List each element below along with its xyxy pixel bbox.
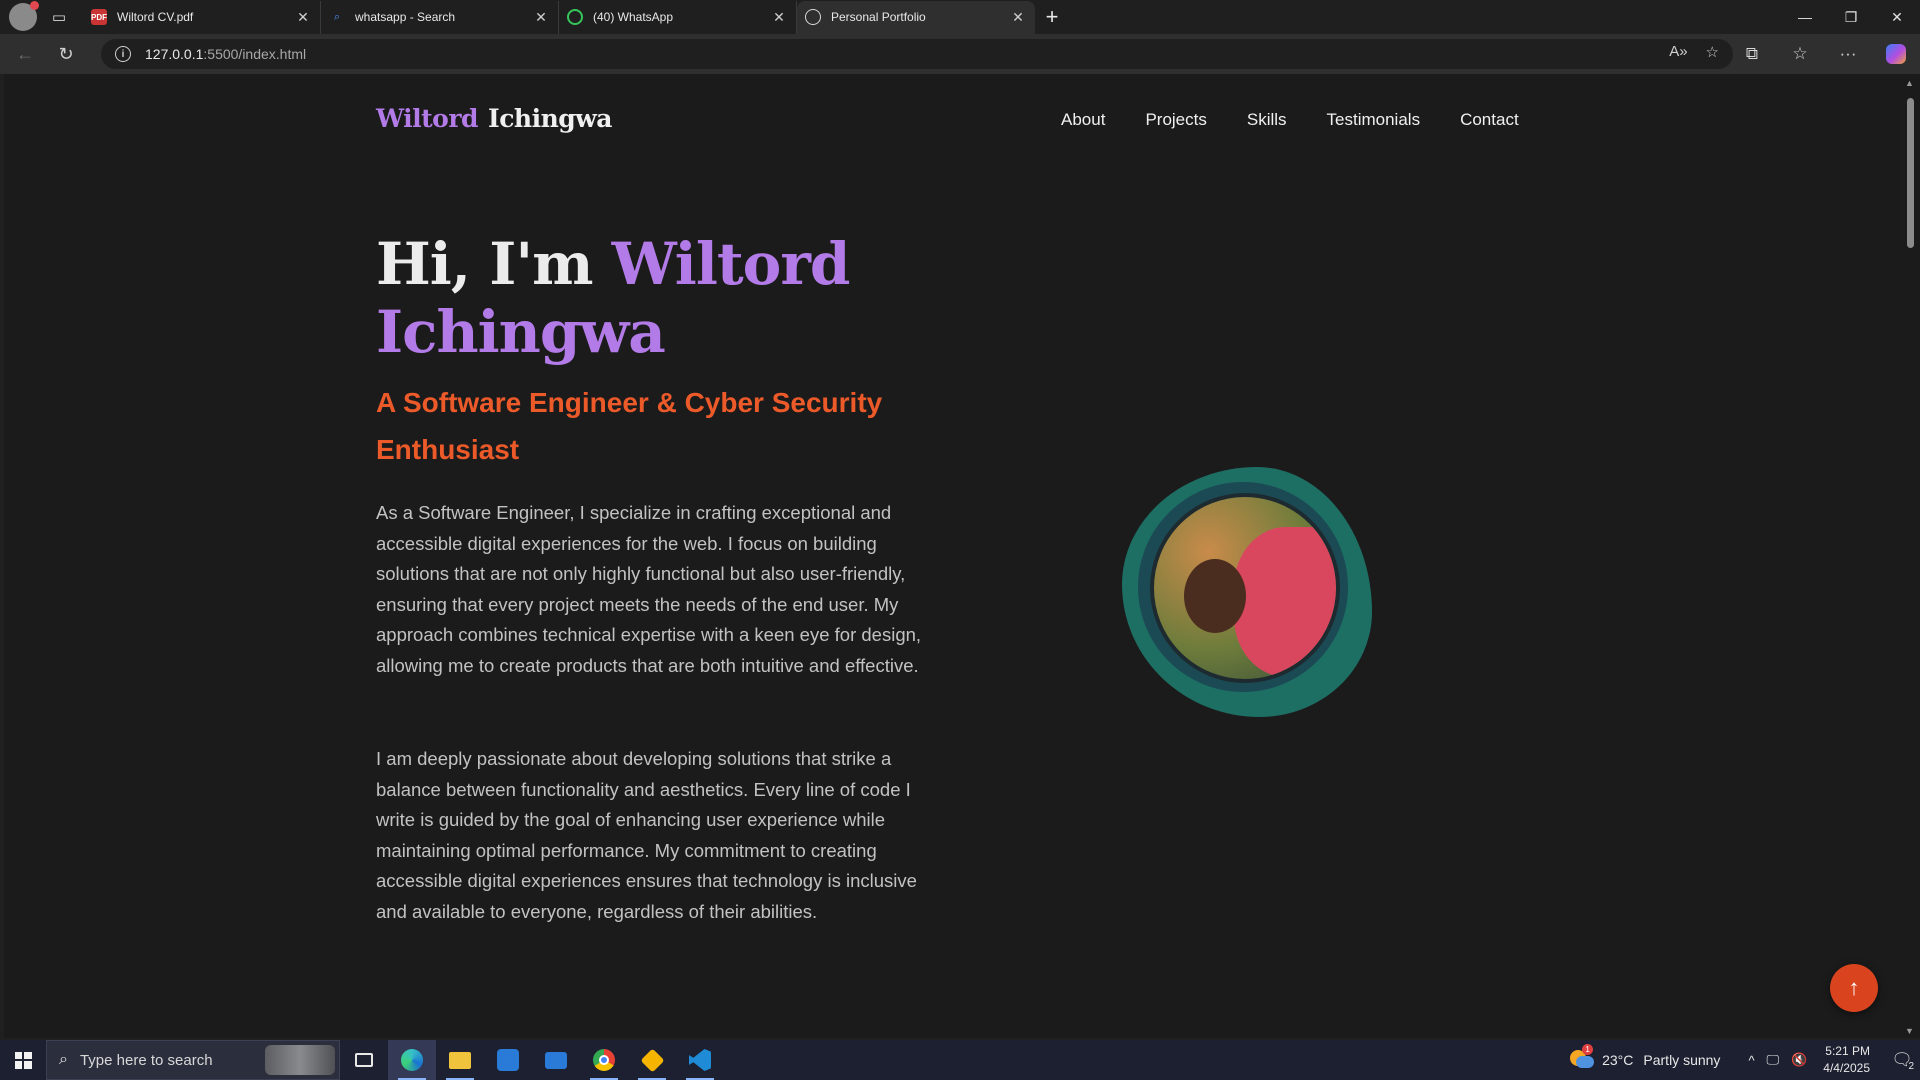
hero-subtitle: A Software Engineer & Cyber Security Ent… bbox=[376, 387, 883, 465]
store-icon bbox=[497, 1049, 519, 1071]
url-path: :5500/index.html bbox=[203, 46, 307, 62]
whatsapp-icon bbox=[567, 9, 583, 25]
read-aloud-icon[interactable]: A» bbox=[1669, 43, 1687, 61]
nav-contact[interactable]: Contact bbox=[1460, 110, 1519, 130]
favorite-star-icon[interactable]: ☆ bbox=[1706, 43, 1719, 61]
search-icon: ⌕ bbox=[59, 1051, 68, 1068]
nav-projects[interactable]: Projects bbox=[1145, 110, 1206, 130]
clock-date: 4/4/2025 bbox=[1823, 1061, 1870, 1075]
nav-about[interactable]: About bbox=[1061, 110, 1105, 130]
mail-icon bbox=[545, 1051, 567, 1069]
url-text[interactable]: 127.0.0.1:5500/index.html bbox=[145, 46, 306, 62]
profile-avatar-icon[interactable] bbox=[9, 1, 39, 31]
weather-badge: 1 bbox=[1582, 1044, 1594, 1055]
info-icon[interactable]: i bbox=[115, 46, 131, 62]
taskbar-search-box[interactable]: ⌕ Type here to search bbox=[46, 1040, 340, 1080]
search-placeholder: Type here to search bbox=[79, 1051, 213, 1069]
scroll-down-icon[interactable]: ▼ bbox=[1905, 1026, 1914, 1036]
site-logo[interactable]: Wiltord Ichingwa bbox=[376, 104, 612, 133]
weather-condition[interactable]: Partly sunny bbox=[1643, 1052, 1720, 1068]
weather-temperature[interactable]: 23°C bbox=[1602, 1052, 1633, 1068]
search-icon: ⌕ bbox=[333, 10, 341, 23]
windows-taskbar: ⌕ Type here to search 1 23°C Partly sunn… bbox=[0, 1040, 1920, 1080]
back-to-top-button[interactable]: ↑ bbox=[1830, 964, 1878, 1012]
chevron-up-icon[interactable]: ^ bbox=[1748, 1053, 1754, 1068]
clock-time: 5:21 PM bbox=[1825, 1044, 1870, 1058]
tab-personal-portfolio[interactable]: Personal Portfolio ✕ bbox=[797, 0, 1035, 34]
globe-icon bbox=[805, 9, 821, 25]
minimize-icon[interactable]: — bbox=[1782, 0, 1828, 34]
task-view-button[interactable] bbox=[340, 1040, 388, 1080]
windows-logo-icon bbox=[14, 1051, 32, 1069]
close-window-icon[interactable]: ✕ bbox=[1874, 0, 1920, 34]
system-clock[interactable]: 5:21 PM 4/4/2025 bbox=[1823, 1043, 1870, 1077]
task-view-icon bbox=[355, 1053, 373, 1067]
page-scrollbar[interactable]: ▲ ▼ bbox=[1900, 74, 1920, 1038]
hero-title: Hi, I'm Wiltord Ichingwa bbox=[376, 230, 936, 366]
site-nav: About Projects Skills Testimonials Conta… bbox=[1061, 110, 1519, 130]
favorites-icon[interactable]: ☆ bbox=[1776, 38, 1824, 70]
search-highlight-image bbox=[265, 1045, 335, 1075]
tab-whatsapp-search[interactable]: ⌕ whatsapp - Search ✕ bbox=[321, 0, 559, 34]
close-icon[interactable]: ✕ bbox=[294, 9, 312, 26]
chrome-icon bbox=[593, 1049, 615, 1071]
hero-paragraph-2: I am deeply passionate about developing … bbox=[376, 748, 917, 922]
arrow-up-icon: ↑ bbox=[1848, 975, 1860, 1000]
notification-count: 2 bbox=[1908, 1061, 1914, 1072]
taskbar-edge[interactable] bbox=[388, 1040, 436, 1080]
tab-label: (40) WhatsApp bbox=[593, 10, 674, 24]
nav-testimonials[interactable]: Testimonials bbox=[1327, 110, 1421, 130]
photo-face bbox=[1184, 559, 1246, 633]
logo-first-name: Wiltord bbox=[376, 104, 479, 133]
start-button[interactable] bbox=[0, 1040, 46, 1080]
logo-last-name: Ichingwa bbox=[488, 104, 612, 133]
edge-icon bbox=[401, 1049, 423, 1071]
nav-skills[interactable]: Skills bbox=[1247, 110, 1287, 130]
weather-icon[interactable]: 1 bbox=[1570, 1044, 1595, 1070]
tab-label: Wiltord CV.pdf bbox=[117, 10, 194, 24]
close-icon[interactable]: ✕ bbox=[1009, 9, 1027, 26]
window-controls: — ❐ ✕ bbox=[1782, 0, 1920, 34]
taskbar-mail[interactable] bbox=[532, 1040, 580, 1080]
restore-icon[interactable]: ❐ bbox=[1828, 0, 1874, 34]
address-bar[interactable]: i 127.0.0.1:5500/index.html A» ☆ bbox=[101, 39, 1733, 69]
page-viewport: Wiltord Ichingwa About Projects Skills Te… bbox=[4, 74, 1900, 1038]
pdf-icon: PDF bbox=[91, 9, 107, 25]
copilot-icon[interactable] bbox=[1872, 38, 1920, 70]
profile-photo bbox=[1122, 467, 1372, 717]
more-options-icon[interactable]: ··· bbox=[1824, 38, 1872, 70]
photo-shirt bbox=[1234, 527, 1336, 677]
taskbar-vscode[interactable] bbox=[676, 1040, 724, 1080]
url-host: 127.0.0.1 bbox=[145, 46, 204, 62]
tab-label: Personal Portfolio bbox=[831, 10, 926, 24]
hero-greeting: Hi, I'm bbox=[376, 230, 612, 298]
hero-paragraph-1: As a Software Engineer, I specialize in … bbox=[376, 502, 922, 676]
volume-muted-icon[interactable]: 🔇 bbox=[1791, 1052, 1807, 1068]
git-icon bbox=[639, 1047, 665, 1073]
tab-label: whatsapp - Search bbox=[355, 10, 456, 24]
taskbar-git[interactable] bbox=[628, 1040, 676, 1080]
extensions-icon[interactable]: ⧉ bbox=[1728, 38, 1776, 70]
tab-wiltord-cv[interactable]: PDF Wiltord CV.pdf ✕ bbox=[83, 0, 321, 34]
reload-icon[interactable]: ↻ bbox=[50, 38, 82, 70]
back-arrow-icon[interactable]: ← bbox=[9, 38, 41, 70]
taskbar-store[interactable] bbox=[484, 1040, 532, 1080]
close-icon[interactable]: ✕ bbox=[770, 9, 788, 26]
scroll-up-icon[interactable]: ▲ bbox=[1905, 78, 1914, 88]
vscode-icon bbox=[689, 1049, 711, 1071]
new-tab-button[interactable]: + bbox=[1035, 4, 1069, 30]
close-icon[interactable]: ✕ bbox=[532, 9, 550, 26]
network-icon[interactable]: 🖵 bbox=[1767, 1052, 1780, 1068]
system-tray: 1 23°C Partly sunny ^ 🖵 🔇 5:21 PM 4/4/20… bbox=[1570, 1040, 1920, 1080]
browser-tab-strip: ▭ PDF Wiltord CV.pdf ✕ ⌕ whatsapp - Sear… bbox=[0, 0, 1920, 34]
avatar bbox=[1150, 493, 1340, 683]
taskbar-file-explorer[interactable] bbox=[436, 1040, 484, 1080]
tab-whatsapp[interactable]: (40) WhatsApp ✕ bbox=[559, 0, 797, 34]
tab-actions-icon[interactable]: ▭ bbox=[45, 5, 73, 29]
browser-toolbar: ← ↻ i 127.0.0.1:5500/index.html A» ☆ ⧉ ☆… bbox=[0, 34, 1920, 74]
notification-center-button[interactable]: 🗨 2 bbox=[1884, 1040, 1920, 1080]
taskbar-chrome[interactable] bbox=[580, 1040, 628, 1080]
scrollbar-thumb[interactable] bbox=[1907, 98, 1914, 248]
folder-icon bbox=[449, 1051, 471, 1069]
